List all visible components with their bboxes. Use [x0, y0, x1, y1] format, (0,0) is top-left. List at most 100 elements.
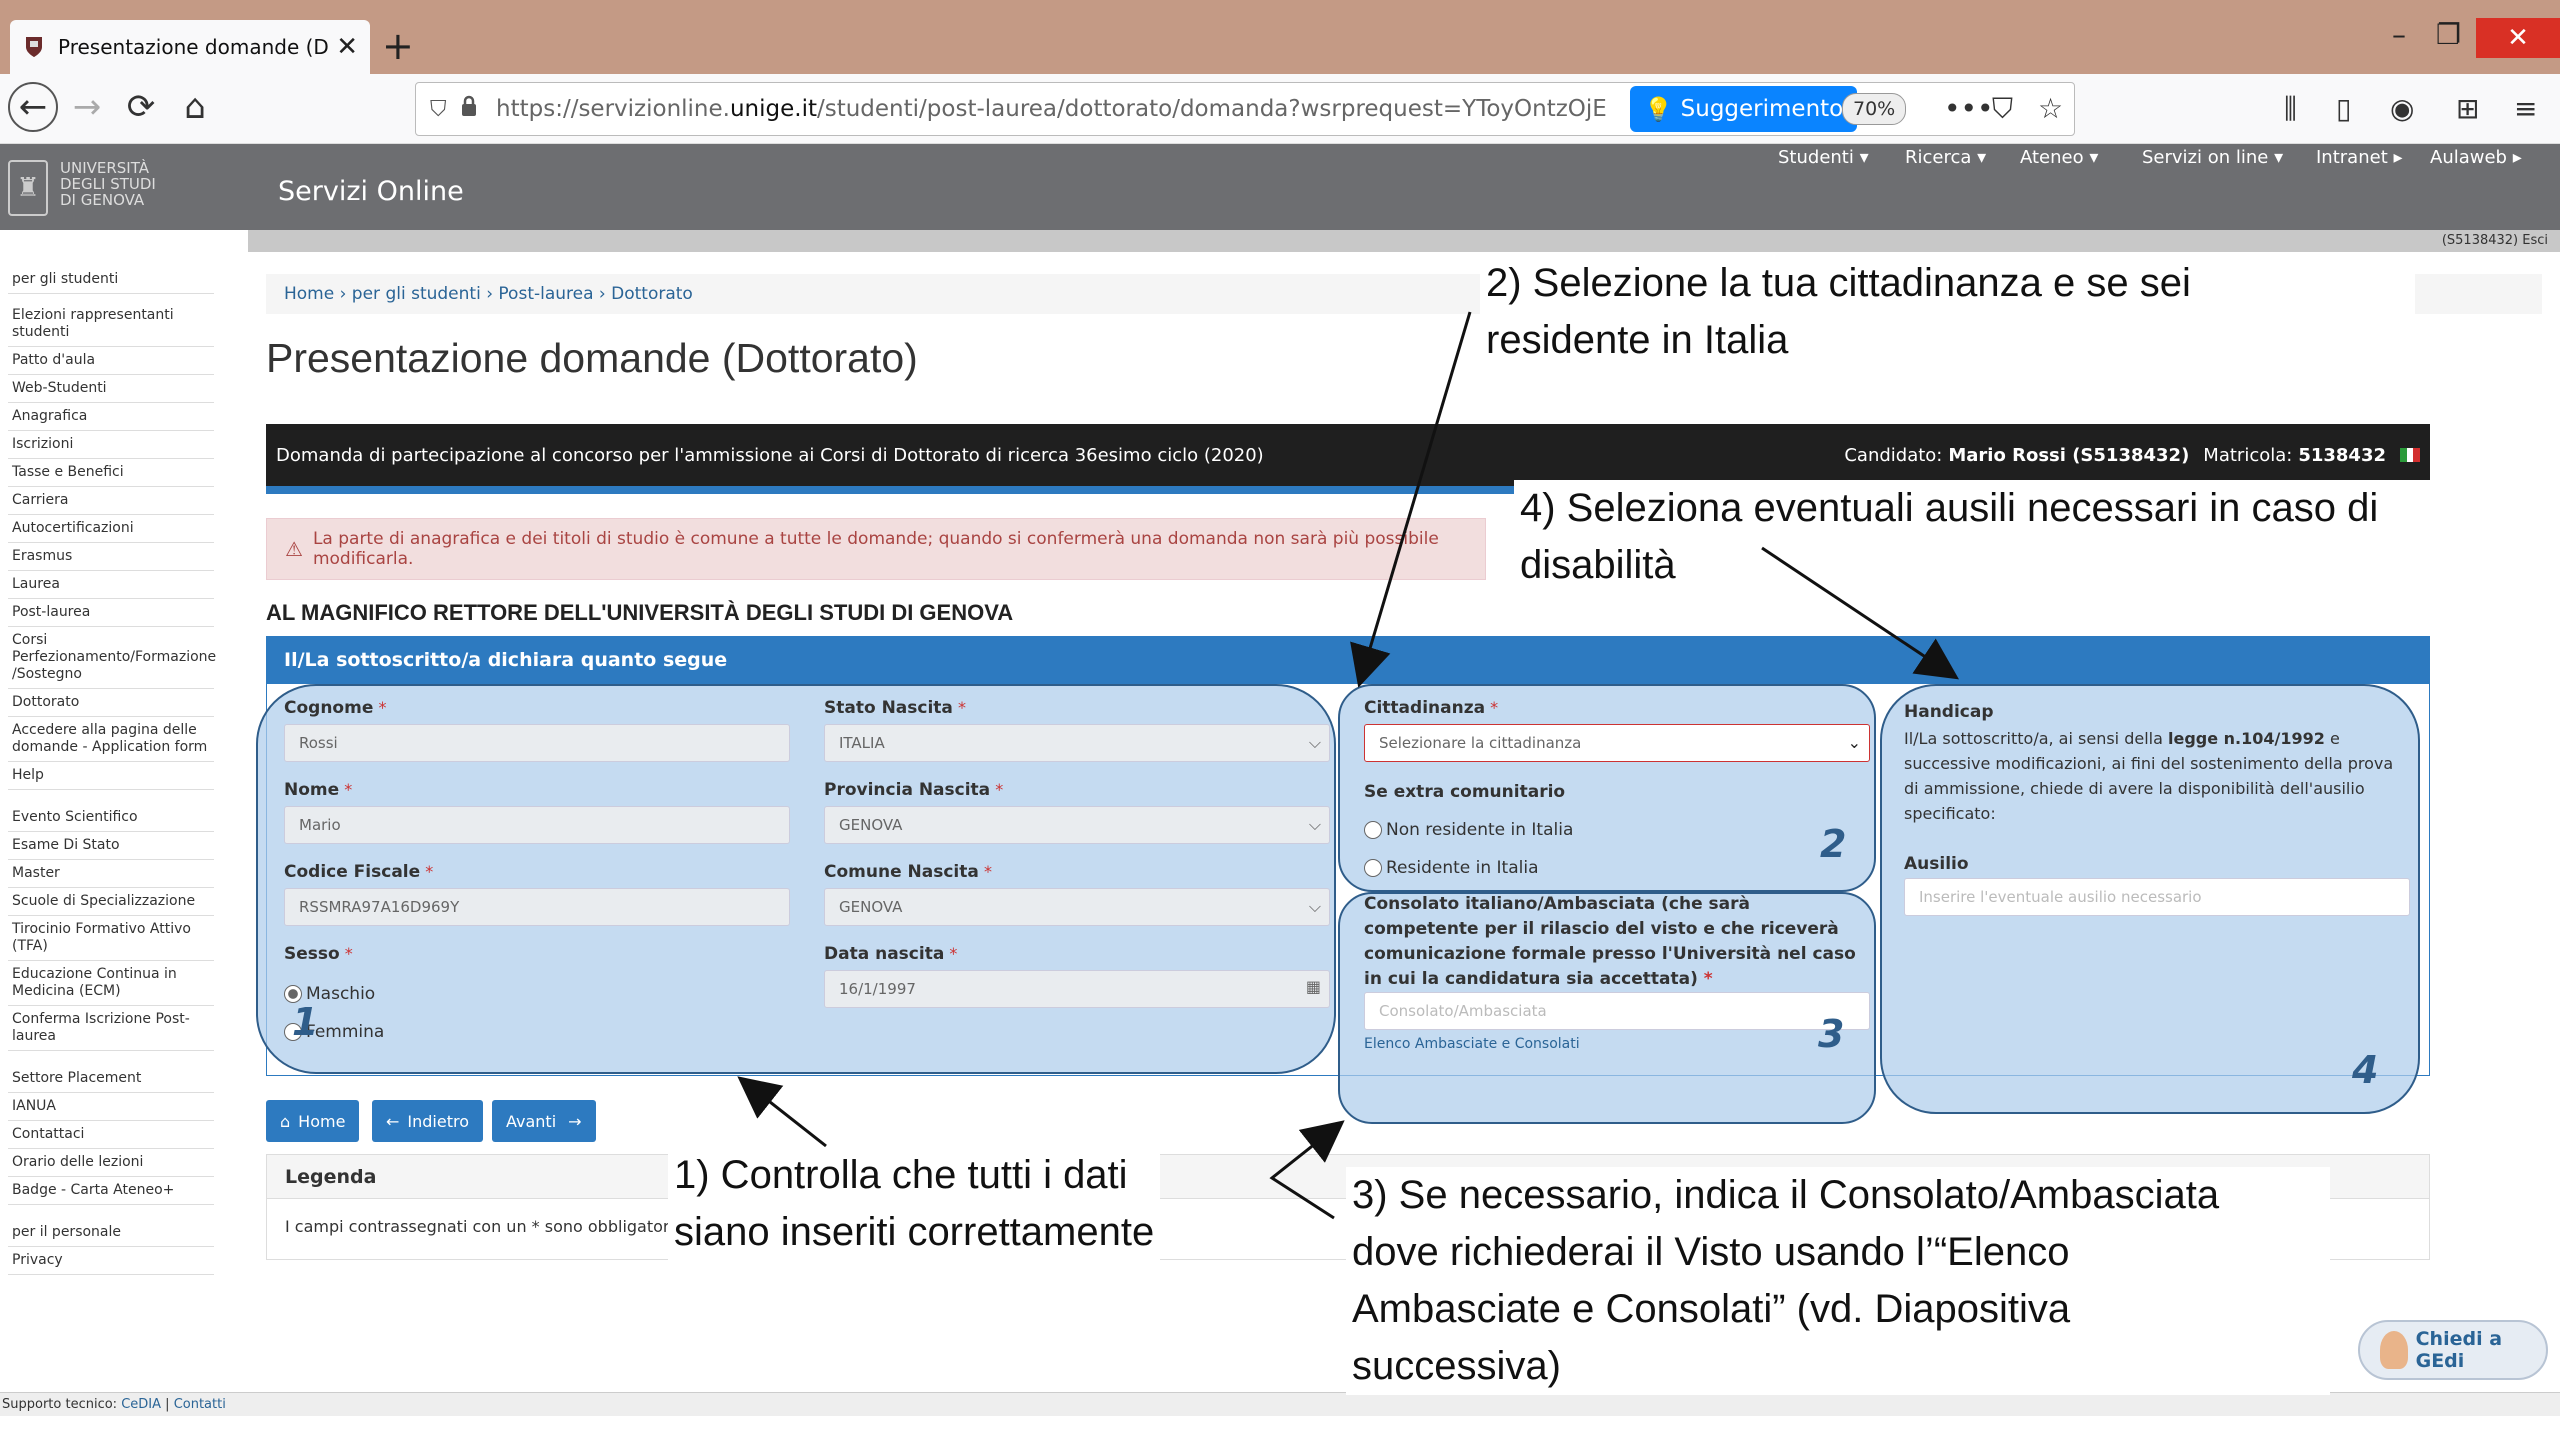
- suggestion-button[interactable]: 💡 Suggerimento: [1630, 86, 1858, 132]
- cognome-label: Cognome *: [284, 698, 387, 718]
- sidebar-item[interactable]: Evento Scientifico: [8, 804, 214, 832]
- sidebar-item[interactable]: Help: [8, 762, 214, 790]
- sidebar-item[interactable]: Iscrizioni: [8, 431, 214, 459]
- user-bar[interactable]: (S5138432) Esci: [248, 230, 2560, 252]
- sidebar-item[interactable]: Elezioni rappresentanti studenti: [8, 302, 214, 347]
- sidebar-item[interactable]: IANUA: [8, 1093, 214, 1121]
- site-title: Servizi Online: [278, 176, 464, 207]
- sidebar-item[interactable]: Settore Placement: [8, 1065, 214, 1093]
- window-close-icon[interactable]: ✕: [2476, 18, 2560, 58]
- maximize-icon[interactable]: ❐: [2436, 18, 2461, 51]
- nome-field[interactable]: Mario: [284, 806, 790, 844]
- cittadinanza-select[interactable]: Selezionare la cittadinanza ⌄: [1364, 724, 1870, 762]
- sidebar-item[interactable]: Autocertificazioni: [8, 515, 214, 543]
- pocket-icon[interactable]: ⛉: [1992, 92, 2013, 126]
- sidebar-item[interactable]: Dottorato: [8, 689, 214, 717]
- home-icon[interactable]: ⌂: [170, 82, 220, 132]
- sidebar-item[interactable]: Anagrafica: [8, 403, 214, 431]
- sidebar-item[interactable]: per il personale: [8, 1219, 214, 1247]
- menu-studenti[interactable]: Studenti ▾: [1778, 147, 1869, 168]
- italian-flag-icon: [2400, 448, 2421, 462]
- stato-nascita-label: Stato Nascita *: [824, 698, 966, 718]
- menu-servizi-online[interactable]: Servizi on line ▾: [2142, 147, 2283, 168]
- sidebar-item[interactable]: Privacy: [8, 1247, 214, 1275]
- comune-nascita-label: Comune Nascita *: [824, 862, 992, 882]
- marker-2: 2: [1820, 822, 1847, 866]
- university-seal-icon: ♜: [8, 160, 48, 216]
- more-actions-icon[interactable]: •••: [1944, 92, 1994, 125]
- sidebar-item[interactable]: per gli studenti: [8, 266, 214, 294]
- chiedi-gedi-button[interactable]: Chiedi a GEdi: [2358, 1320, 2548, 1380]
- sidebar-item[interactable]: Tirocinio Formativo Attivo (TFA): [8, 916, 214, 961]
- sidebar-item[interactable]: Accedere alla pagina delle domande - App…: [8, 717, 214, 762]
- cognome-field[interactable]: Rossi: [284, 724, 790, 762]
- sidebar-item[interactable]: Carriera: [8, 487, 214, 515]
- sidebar-icon[interactable]: ▯: [2336, 92, 2351, 125]
- marker-4: 4: [2352, 1048, 2379, 1092]
- bookmark-star-icon[interactable]: ☆: [2038, 92, 2063, 125]
- sidebar-item[interactable]: Patto d'aula: [8, 347, 214, 375]
- account-icon[interactable]: ◉: [2390, 92, 2414, 125]
- home-button[interactable]: ⌂ Home: [266, 1100, 360, 1142]
- avanti-button[interactable]: Avanti →: [492, 1100, 596, 1142]
- sidebar-item[interactable]: Scuole di Specializzazione: [8, 888, 214, 916]
- unige-logo[interactable]: ♜ UNIVERSITÀ DEGLI STUDI DI GENOVA: [8, 160, 248, 220]
- handicap-label: Handicap: [1904, 702, 1994, 722]
- sidebar-item[interactable]: Erasmus: [8, 543, 214, 571]
- sidebar-item[interactable]: Web-Studenti: [8, 375, 214, 403]
- menu-ricerca[interactable]: Ricerca ▾: [1905, 147, 1986, 168]
- annotation-4: 4) Seleziona eventuali ausili necessari …: [1514, 480, 2514, 594]
- sidebar-item[interactable]: Post-laurea: [8, 599, 214, 627]
- sidebar-item[interactable]: Corsi Perfezionamento/Formazione /Sosteg…: [8, 627, 216, 689]
- nome-label: Nome *: [284, 780, 353, 800]
- url-text: https://servizionline.unige.it/studenti/…: [496, 96, 1606, 122]
- back-arrow-icon[interactable]: ←: [8, 82, 58, 132]
- library-icon[interactable]: ⫼: [2284, 92, 2297, 126]
- extensions-icon[interactable]: ⊞: [2456, 92, 2479, 125]
- sidebar-item[interactable]: Badge - Carta Ateneo+: [8, 1177, 214, 1205]
- minimize-icon[interactable]: –: [2392, 18, 2406, 51]
- new-tab-icon[interactable]: +: [382, 26, 414, 66]
- consolato-label: Consolato italiano/Ambasciata (che sarà …: [1364, 894, 1856, 989]
- comune-nascita-select[interactable]: GENOVA ⌵: [824, 888, 1330, 926]
- reload-icon[interactable]: ⟳: [116, 82, 166, 132]
- chevron-down-icon: ⌄: [1847, 733, 1861, 752]
- sidebar-item[interactable]: Esame Di Stato: [8, 832, 214, 860]
- sidebar-item[interactable]: Laurea: [8, 571, 214, 599]
- menu-intranet[interactable]: Intranet ▸: [2316, 147, 2403, 168]
- data-nascita-label: Data nascita *: [824, 944, 958, 964]
- browser-tab[interactable]: Presentazione domande (Dotto ✕: [10, 20, 370, 74]
- chevron-down-icon: ⌵: [1308, 897, 1321, 916]
- menu-aulaweb[interactable]: Aulaweb ▸: [2430, 147, 2522, 168]
- sidebar: per gli studenti Elezioni rappresentanti…: [8, 266, 216, 1275]
- non-residente-radio[interactable]: Non residente in Italia: [1364, 820, 1573, 840]
- consolato-field[interactable]: Consolato/Ambasciata: [1364, 992, 1870, 1030]
- stato-nascita-select[interactable]: ITALIA ⌵: [824, 724, 1330, 762]
- codice-fiscale-field[interactable]: RSSMRA97A16D969Y: [284, 888, 790, 926]
- elenco-ambasciate-link[interactable]: Elenco Ambasciate e Consolati: [1364, 1036, 1580, 1052]
- sidebar-item[interactable]: Master: [8, 860, 214, 888]
- forward-arrow-icon[interactable]: →: [62, 82, 112, 132]
- sidebar-item[interactable]: Tasse e Benefici: [8, 459, 214, 487]
- sidebar-item[interactable]: Orario delle lezioni: [8, 1149, 214, 1177]
- zoom-level-badge[interactable]: 70%: [1842, 93, 1907, 125]
- arrow-2: [1350, 311, 1472, 688]
- ausilio-field[interactable]: Inserire l'eventuale ausilio necessario: [1904, 878, 2410, 916]
- arrow-left-icon: ←: [386, 1111, 400, 1131]
- indietro-button[interactable]: ← Indietro: [372, 1100, 483, 1142]
- sidebar-item[interactable]: Conferma Iscrizione Post-laurea: [8, 1006, 214, 1051]
- unige-favicon-icon: [22, 34, 46, 60]
- menu-ateneo[interactable]: Ateneo ▾: [2020, 147, 2098, 168]
- cedia-link[interactable]: CeDIA: [121, 1397, 161, 1412]
- menu-icon[interactable]: ≡: [2514, 92, 2537, 125]
- contatti-link[interactable]: Contatti: [174, 1397, 226, 1412]
- close-tab-icon[interactable]: ✕: [336, 32, 358, 62]
- sidebar-item[interactable]: Educazione Continua in Medicina (ECM): [8, 961, 214, 1006]
- residente-radio[interactable]: Residente in Italia: [1364, 858, 1539, 878]
- provincia-nascita-select[interactable]: GENOVA ⌵: [824, 806, 1330, 844]
- data-nascita-field[interactable]: 16/1/1997 ▦: [824, 970, 1330, 1008]
- sidebar-item[interactable]: Contattaci: [8, 1121, 214, 1149]
- annotation-3: 3) Se necessario, indica il Consolato/Am…: [1346, 1167, 2330, 1395]
- calendar-icon: ▦: [1305, 977, 1321, 996]
- annotation-2: 2) Selezione la tua cittadinanza e se se…: [1480, 255, 2415, 369]
